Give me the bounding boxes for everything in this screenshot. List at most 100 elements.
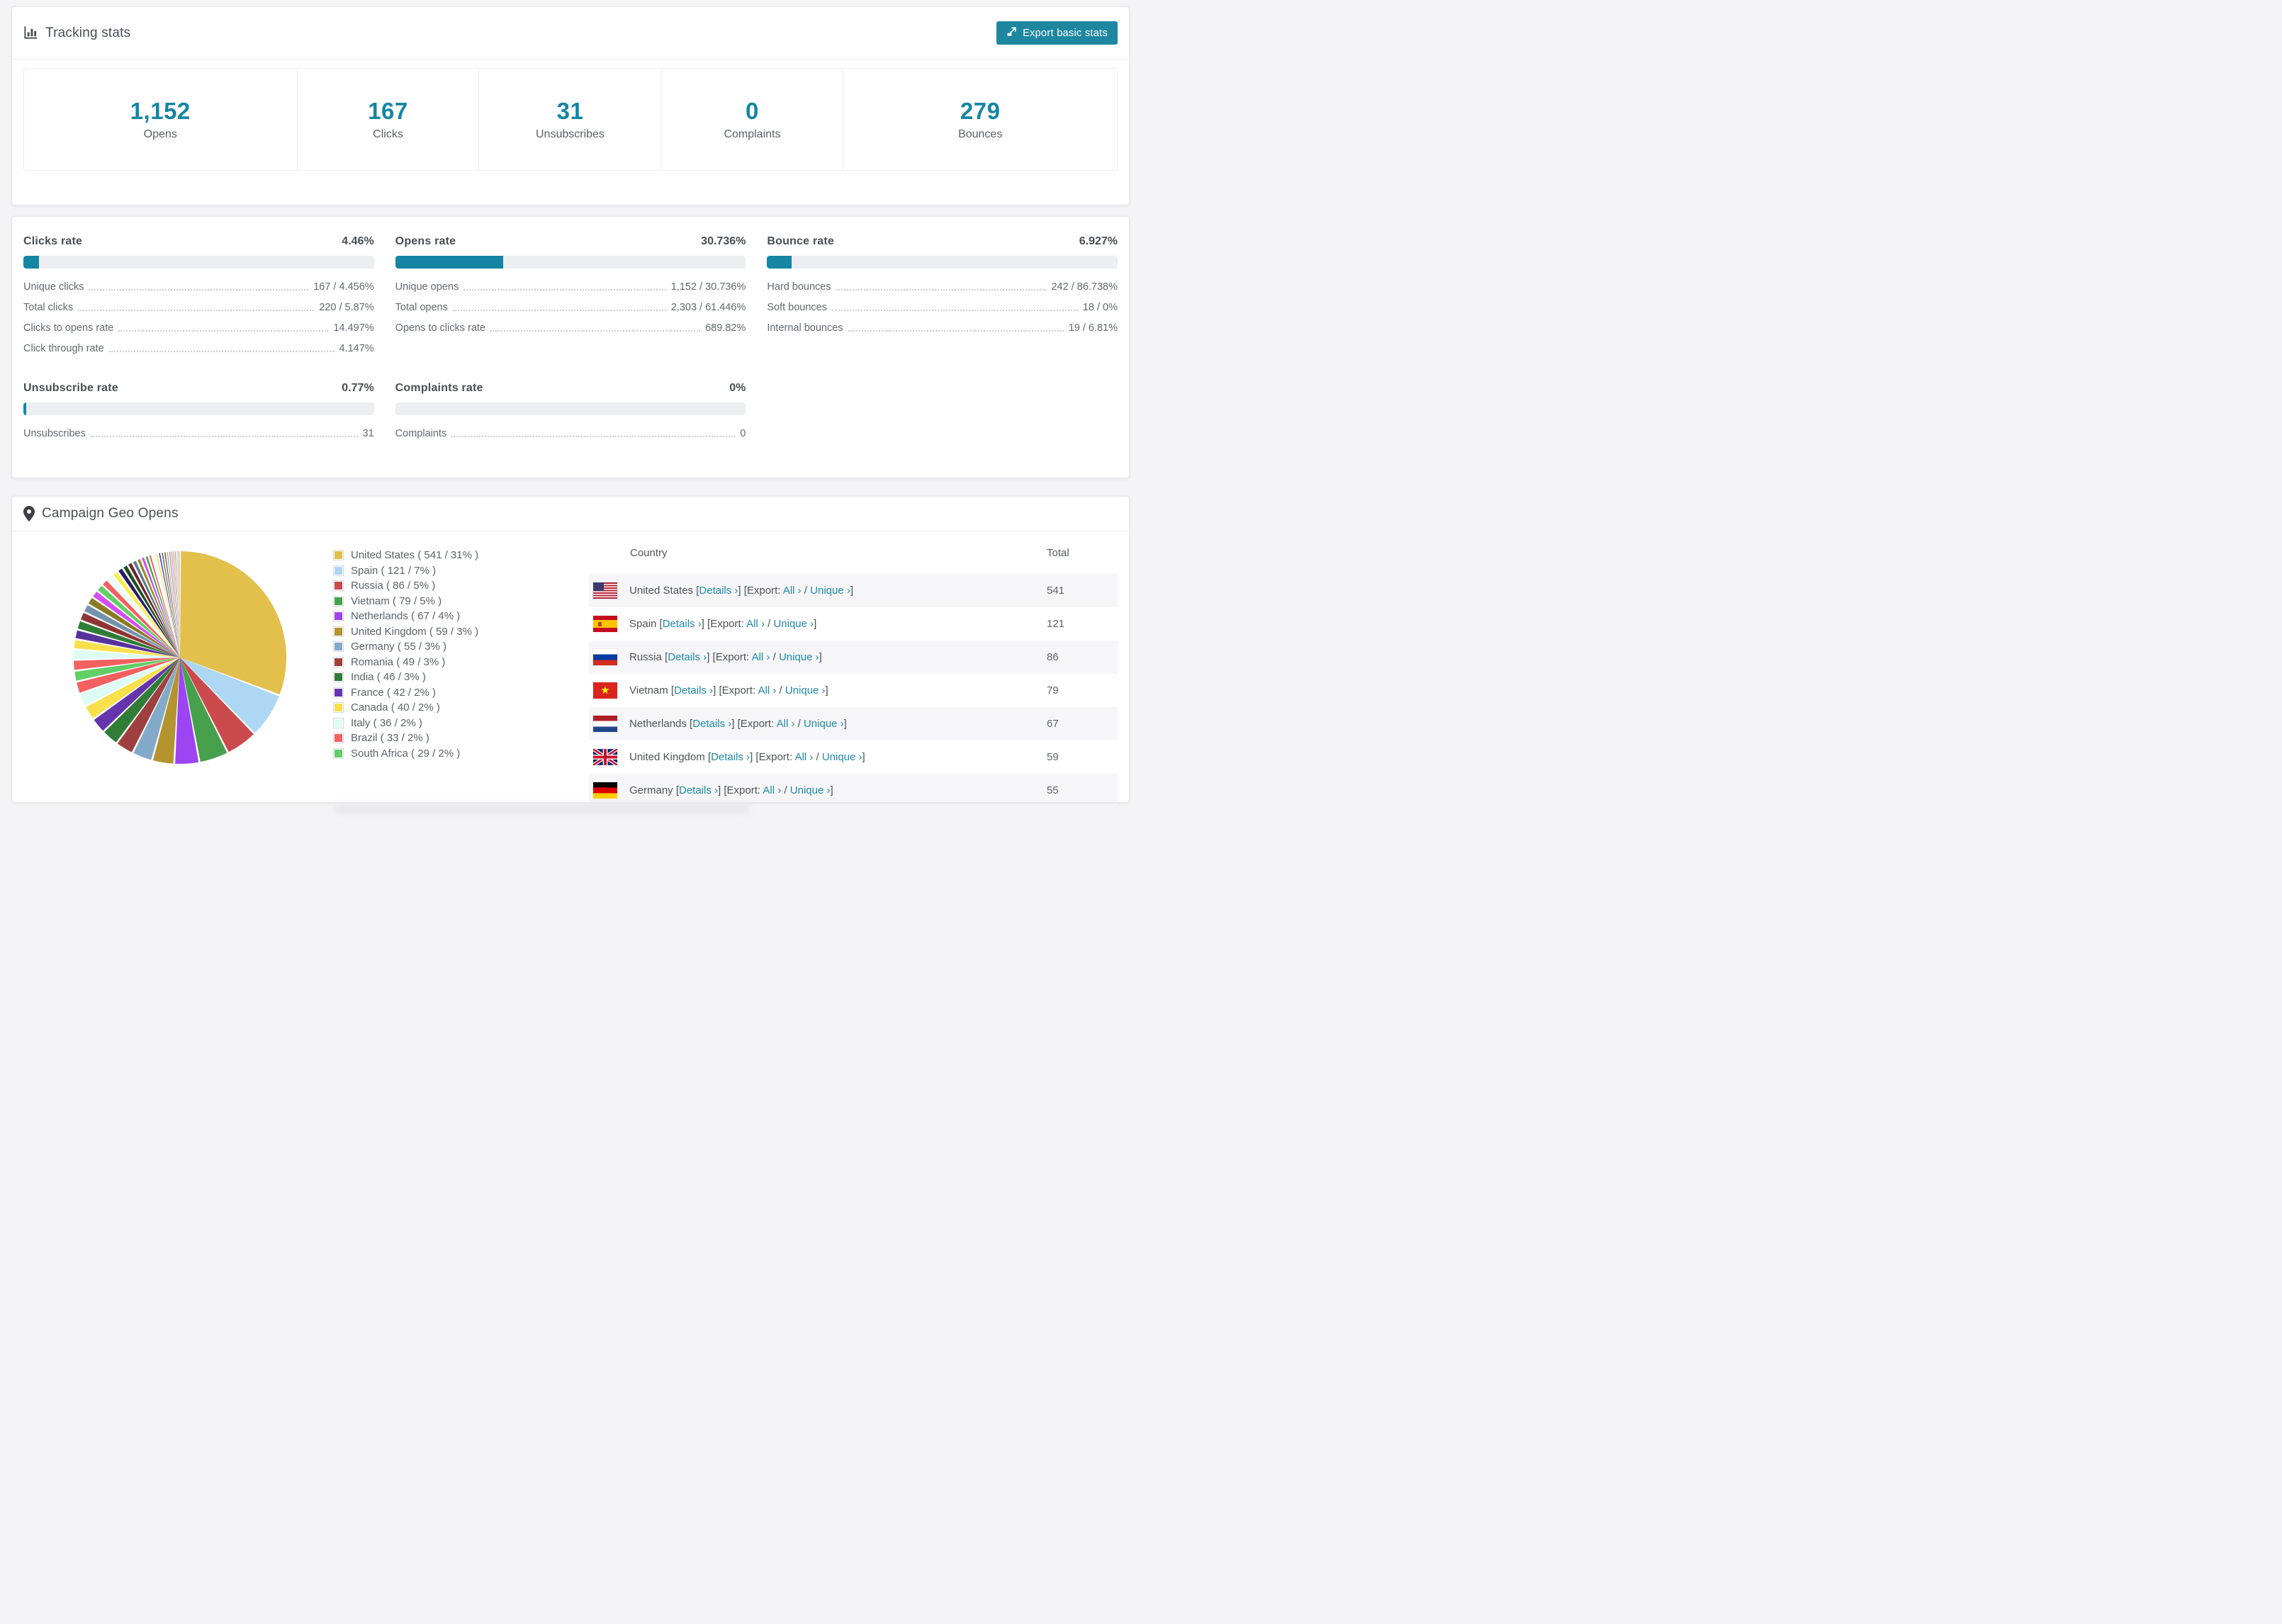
details-link-netherlands[interactable]: Details › xyxy=(692,718,731,730)
stat-value: 167 xyxy=(368,98,408,124)
rate-value: 0% xyxy=(729,382,746,394)
legend-item-united-states[interactable]: United States ( 541 / 31% ) xyxy=(333,548,478,563)
flag-icon-es xyxy=(593,616,617,632)
rate-block-clicks-rate: Clicks rate 4.46% Unique clicks 167 / 4.456… xyxy=(23,235,374,360)
export-unique-link-spain[interactable]: Unique › xyxy=(773,618,814,630)
export-all-link-vietnam[interactable]: All › xyxy=(758,684,776,697)
legend-swatch xyxy=(333,595,344,607)
progress-bar-opens-rate xyxy=(395,256,746,269)
progress-bar-complaints-rate xyxy=(395,402,746,415)
legend-label: India ( 46 / 3% ) xyxy=(351,671,426,684)
geo-country-links: Vietnam [Details ›] [Export: All › / Uni… xyxy=(629,684,828,697)
export-all-link-united-states[interactable]: All › xyxy=(783,585,802,597)
legend-item-brazil[interactable]: Brazil ( 33 / 2% ) xyxy=(333,731,478,746)
details-link-spain[interactable]: Details › xyxy=(663,618,702,630)
legend-label: Netherlands ( 67 / 4% ) xyxy=(351,610,461,623)
bar-chart-icon xyxy=(23,26,38,40)
dotted-leader xyxy=(836,289,1047,291)
geo-table: Country Total United States [Details ›] … xyxy=(589,531,1118,802)
details-link-germany[interactable]: Details › xyxy=(679,784,718,796)
geo-table-row-germany: Germany [Details ›] [Export: All › / Uni… xyxy=(589,774,1118,802)
legend-label: United Kingdom ( 59 / 3% ) xyxy=(351,625,479,638)
rate-title: Bounce rate xyxy=(767,235,835,247)
geo-title-text: Campaign Geo Opens xyxy=(42,506,179,521)
legend-item-vietnam[interactable]: Vietnam ( 79 / 5% ) xyxy=(333,594,478,609)
legend-item-france[interactable]: France ( 42 / 2% ) xyxy=(333,685,478,701)
legend-swatch xyxy=(333,550,344,561)
geo-country-cell: Spain [Details ›] [Export: All › / Uniqu… xyxy=(593,616,1047,632)
rate-row-label: Unique clicks xyxy=(23,281,84,293)
bottom-shadow-band xyxy=(335,803,749,813)
flag-icon-nl xyxy=(593,716,617,732)
rate-block-spacer xyxy=(767,382,1118,445)
details-link-russia[interactable]: Details › xyxy=(668,651,707,663)
export-unique-link-germany[interactable]: Unique › xyxy=(790,784,831,796)
export-icon xyxy=(1006,26,1017,40)
export-unique-link-united-kingdom[interactable]: Unique › xyxy=(822,751,862,763)
export-all-link-germany[interactable]: All › xyxy=(763,784,781,796)
geo-total-cell: 541 xyxy=(1047,585,1065,597)
export-unique-link-russia[interactable]: Unique › xyxy=(779,651,819,663)
rate-row: Complaints 0 xyxy=(395,424,746,445)
export-unique-link-netherlands[interactable]: Unique › xyxy=(804,718,844,730)
legend-item-spain[interactable]: Spain ( 121 / 7% ) xyxy=(333,563,478,579)
export-unique-link-united-states[interactable]: Unique › xyxy=(810,585,850,597)
export-all-link-netherlands[interactable]: All › xyxy=(777,718,795,730)
rate-row-value: 2,303 / 61.446% xyxy=(670,302,746,313)
rate-value: 4.46% xyxy=(342,235,374,247)
stat-box-bounces: 279 Bounces xyxy=(843,69,1117,170)
rate-row-label: Total clicks xyxy=(23,302,74,313)
legend-swatch xyxy=(333,702,344,714)
stat-box-unsubscribes: 31 Unsubscribes xyxy=(479,69,662,170)
dotted-leader xyxy=(490,330,701,332)
stat-label: Complaints xyxy=(724,128,781,140)
export-basic-stats-button[interactable]: Export basic stats xyxy=(996,21,1118,45)
export-all-link-russia[interactable]: All › xyxy=(752,651,770,663)
export-unique-link-vietnam[interactable]: Unique › xyxy=(785,684,826,697)
progress-bar-fill xyxy=(395,256,503,269)
geo-table-row-russia: Russia [Details ›] [Export: All › / Uniq… xyxy=(589,641,1118,674)
rate-row-value: 242 / 86.738% xyxy=(1051,281,1118,293)
legend-item-romania[interactable]: Romania ( 49 / 3% ) xyxy=(333,655,478,670)
rate-rows: Hard bounces 242 / 86.738% Soft bounces 18 … xyxy=(767,278,1118,339)
rate-row: Unsubscribes 31 xyxy=(23,424,374,445)
rate-block-opens-rate: Opens rate 30.736% Unique opens 1,152 / 30.… xyxy=(395,235,746,360)
legend-label: Romania ( 49 / 3% ) xyxy=(351,655,446,668)
flag-icon-gb xyxy=(593,749,617,765)
flag-icon-de xyxy=(593,782,617,799)
rate-row: Clicks to opens rate 14.497% xyxy=(23,319,374,339)
rate-block-unsubscribe-rate: Unsubscribe rate 0.77% Unsubscribes 31 xyxy=(23,382,374,445)
rate-row: Unique clicks 167 / 4.456% xyxy=(23,278,374,298)
stat-label: Unsubscribes xyxy=(536,128,605,140)
rate-row-value: 18 / 0% xyxy=(1082,302,1118,313)
rate-row: Internal bounces 19 / 6.81% xyxy=(767,319,1118,339)
legend-item-italy[interactable]: Italy ( 36 / 2% ) xyxy=(333,716,478,731)
geo-total-cell: 86 xyxy=(1047,651,1059,663)
rates-row-2: Unsubscribe rate 0.77% Unsubscribes 31 Compl… xyxy=(23,382,1118,445)
dotted-leader xyxy=(90,436,358,437)
geo-title: Campaign Geo Opens xyxy=(23,506,179,521)
export-all-link-united-kingdom[interactable]: All › xyxy=(794,751,813,763)
details-link-vietnam[interactable]: Details › xyxy=(674,684,713,697)
rate-row-value: 4.147% xyxy=(339,343,374,354)
details-link-united-states[interactable]: Details › xyxy=(699,585,738,597)
progress-bar-fill xyxy=(767,256,792,269)
geo-table-header: Country Total xyxy=(589,531,1118,574)
legend-item-netherlands[interactable]: Netherlands ( 67 / 4% ) xyxy=(333,609,478,624)
legend-item-canada[interactable]: Canada ( 40 / 2% ) xyxy=(333,700,478,716)
legend-item-india[interactable]: India ( 46 / 3% ) xyxy=(333,670,478,685)
legend-item-united-kingdom[interactable]: United Kingdom ( 59 / 3% ) xyxy=(333,624,479,640)
stat-box-opens: 1,152 Opens xyxy=(24,69,298,170)
legend-swatch xyxy=(333,748,344,759)
details-link-united-kingdom[interactable]: Details › xyxy=(711,751,750,763)
export-all-link-spain[interactable]: All › xyxy=(746,618,765,630)
legend-item-russia[interactable]: Russia ( 86 / 5% ) xyxy=(333,578,478,594)
rate-value: 6.927% xyxy=(1079,235,1118,247)
rate-row-label: Click through rate xyxy=(23,343,104,354)
rate-value: 0.77% xyxy=(342,382,374,394)
legend-item-south-africa[interactable]: South Africa ( 29 / 2% ) xyxy=(333,746,478,762)
rate-head: Opens rate 30.736% xyxy=(395,235,746,248)
geo-table-col-country: Country xyxy=(630,546,668,559)
legend-item-germany[interactable]: Germany ( 55 / 3% ) xyxy=(333,639,478,655)
rates-row-1: Clicks rate 4.46% Unique clicks 167 / 4.456… xyxy=(23,235,1118,360)
